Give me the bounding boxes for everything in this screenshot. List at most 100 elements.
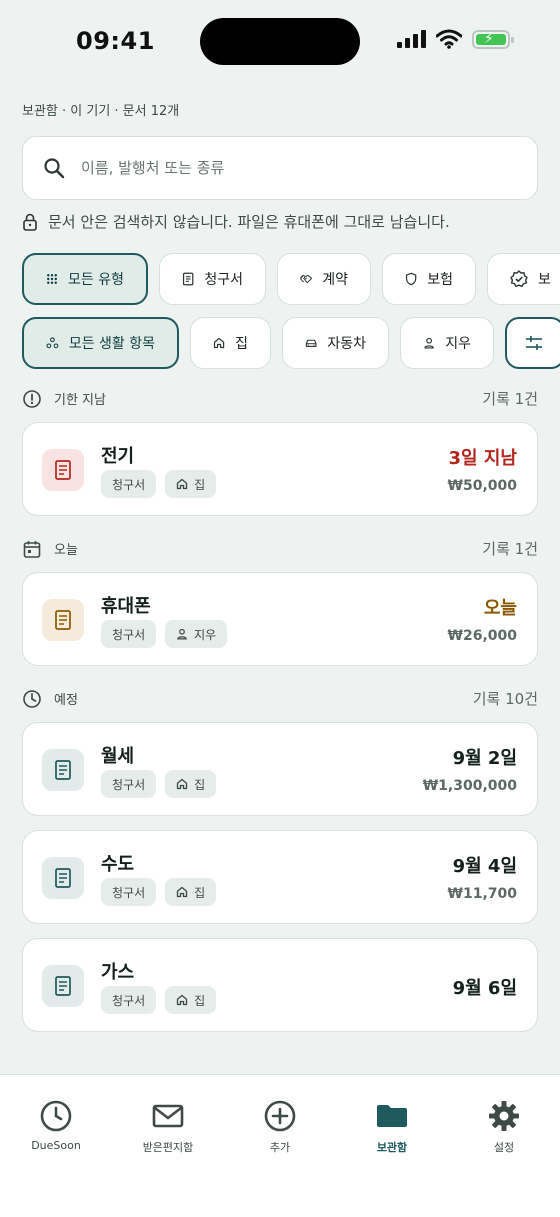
person-icon (177, 628, 187, 640)
section-count: 기록 1건 (482, 390, 538, 408)
filter-chip-warranty[interactable]: 보 (487, 253, 560, 305)
filter-chip-contract[interactable]: 계약 (277, 253, 371, 305)
amount: ₩50,000 (447, 478, 517, 494)
filter-chip-invoice[interactable]: 청구서 (159, 253, 266, 305)
due-date: 9월 4일 (452, 856, 517, 877)
section-title: 기한 지남 (54, 393, 106, 408)
section-header-overdue: 기한 지남 기록 1건 (22, 388, 538, 409)
battery-icon: ⚡ (472, 29, 514, 49)
home-icon (213, 337, 225, 349)
type-tag: 청구서 (101, 620, 157, 648)
cellular-signal-icon (397, 30, 426, 48)
amount: ₩26,000 (447, 628, 517, 644)
section-count: 기록 1건 (482, 540, 538, 558)
mail-icon (152, 1104, 184, 1128)
alert-circle-icon (23, 389, 41, 408)
bill-doc-icon (42, 857, 84, 899)
search-input[interactable] (81, 159, 481, 177)
filter-chip-car[interactable]: 자동차 (282, 317, 389, 369)
type-tag: 청구서 (101, 470, 157, 498)
home-icon (176, 778, 188, 790)
life-tag-label: 집 (194, 993, 206, 1008)
chip-label: 모든 생활 항목 (68, 336, 155, 352)
record-card-rent[interactable]: 월세 청구서 집 9월 2일 ₩1,300,000 (22, 722, 538, 816)
filter-chip-home[interactable]: 집 (190, 317, 271, 369)
record-card-water[interactable]: 수도 청구서 집 9월 4일 ₩11,700 (22, 830, 538, 924)
chip-label: 보험 (427, 272, 453, 288)
record-name: 수도 (101, 854, 135, 875)
nav-label: 추가 (269, 1141, 291, 1154)
chip-label: 집 (235, 336, 248, 352)
plus-circle-icon (264, 1100, 296, 1132)
chip-label: 보 (538, 272, 551, 288)
privacy-note-text: 문서 안은 검색하지 않습니다. 파일은 휴대폰에 그대로 남습니다. (48, 213, 450, 231)
nav-label: 설정 (493, 1141, 515, 1154)
bottom-nav: DueSoon 받은편지함 추가 보관함 설정 (0, 1074, 560, 1217)
folder-icon (377, 1105, 407, 1127)
type-filter-row: 모든 유형 청구서 계약 보험 보 (22, 253, 560, 305)
amount: ₩11,700 (447, 886, 517, 902)
record-card-phone[interactable]: 휴대폰 청구서 지우 오늘 ₩26,000 (22, 572, 538, 666)
life-tag: 집 (165, 986, 217, 1014)
status-bar: 09:41 ⚡ (0, 0, 560, 84)
nav-item-vault[interactable]: 보관함 (336, 1099, 448, 1155)
life-tag: 집 (165, 470, 217, 498)
life-tag-label: 집 (194, 777, 206, 792)
grid-icon (47, 274, 57, 284)
badge-check-icon (510, 270, 528, 287)
car-icon (305, 339, 317, 347)
section-header-upcoming: 예정 기록 10건 (22, 688, 538, 709)
section-title: 오늘 (54, 543, 78, 558)
filter-chip-all-life[interactable]: 모든 생활 항목 (22, 317, 179, 369)
type-tag: 청구서 (101, 878, 157, 906)
wifi-icon (436, 29, 462, 49)
chip-label: 계약 (322, 272, 348, 288)
privacy-note: 문서 안은 검색하지 않습니다. 파일은 휴대폰에 그대로 남습니다. (22, 211, 450, 232)
section-title: 예정 (54, 693, 78, 708)
nav-item-settings[interactable]: 설정 (448, 1099, 560, 1155)
lock-icon (23, 213, 37, 231)
due-date: 9월 2일 (452, 748, 517, 769)
bill-doc-icon (42, 749, 84, 791)
record-card-electricity[interactable]: 전기 청구서 집 3일 지남 ₩50,000 (22, 422, 538, 516)
record-card-gas[interactable]: 가스 청구서 집 9월 6일 (22, 938, 538, 1032)
handshake-icon (300, 274, 313, 284)
record-name: 전기 (101, 446, 135, 467)
home-icon (176, 994, 188, 1006)
life-tag: 지우 (165, 620, 228, 648)
search-icon (44, 158, 65, 179)
receipt-icon (182, 272, 194, 286)
nav-item-inbox[interactable]: 받은편지함 (112, 1099, 224, 1155)
bill-doc-icon (42, 599, 84, 641)
bill-doc-icon (42, 965, 84, 1007)
filter-chip-person-jiwoo[interactable]: 지우 (400, 317, 494, 369)
status-icons: ⚡ (397, 29, 514, 49)
clock-icon (40, 1100, 72, 1132)
chip-label: 모든 유형 (68, 272, 124, 288)
life-tag: 집 (165, 878, 217, 906)
due-status: 오늘 (483, 598, 517, 619)
filter-chip-insurance[interactable]: 보험 (382, 253, 476, 305)
record-name: 월세 (101, 746, 135, 767)
chip-label: 자동차 (327, 336, 366, 352)
nav-label: 보관함 (376, 1141, 408, 1154)
life-tag: 집 (165, 770, 217, 798)
record-name: 휴대폰 (101, 596, 151, 617)
filter-chip-all-types[interactable]: 모든 유형 (22, 253, 148, 305)
life-tag-label: 집 (194, 885, 206, 900)
circles-icon (46, 337, 59, 349)
chip-label: 지우 (445, 336, 471, 352)
search-bar[interactable] (22, 136, 538, 200)
chip-label: 청구서 (204, 272, 243, 288)
nav-item-add[interactable]: 추가 (224, 1099, 336, 1155)
section-header-today: 오늘 기록 1건 (22, 538, 538, 559)
dynamic-island (200, 18, 360, 65)
status-time: 09:41 (76, 27, 155, 55)
clock-icon (23, 689, 41, 708)
gear-icon (489, 1101, 519, 1131)
shield-icon (405, 272, 417, 286)
nav-item-duesoon[interactable]: DueSoon (0, 1099, 112, 1152)
section-count: 기록 10건 (472, 690, 538, 708)
filter-settings-button[interactable] (505, 317, 560, 369)
record-name: 가스 (101, 962, 135, 983)
